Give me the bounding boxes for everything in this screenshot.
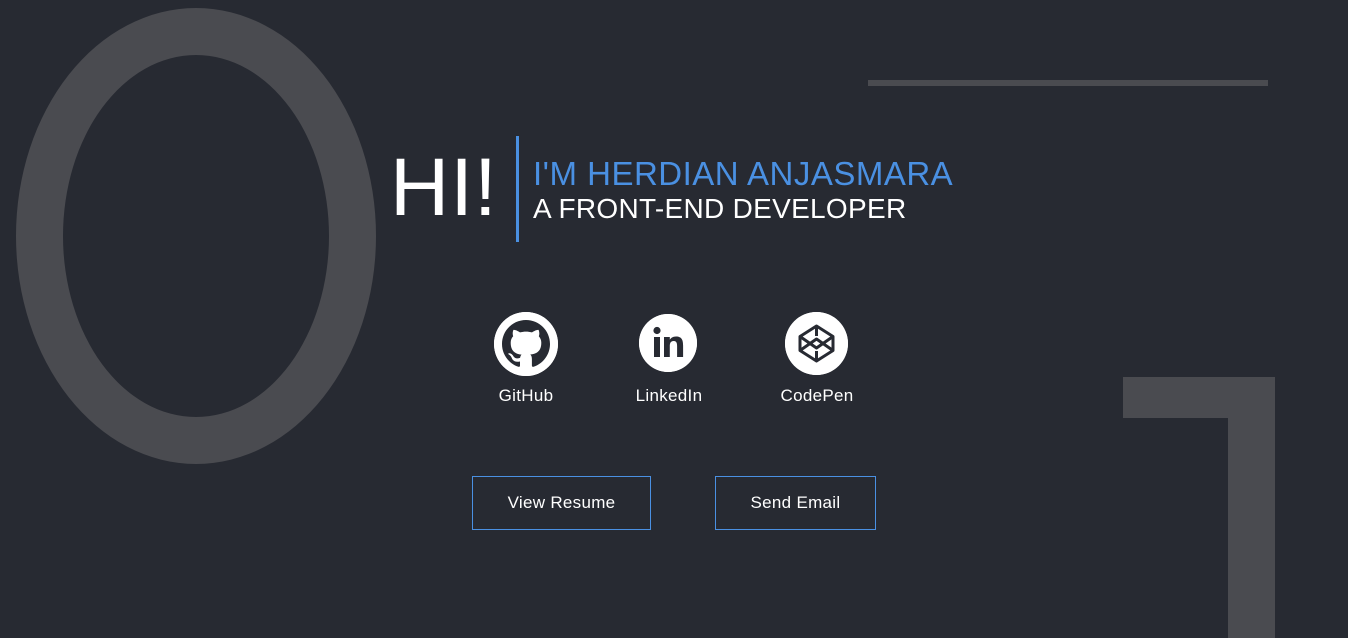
background-digit-zero xyxy=(16,8,376,464)
codepen-label: CodePen xyxy=(780,386,854,405)
github-label: GitHub xyxy=(498,386,554,405)
github-icon xyxy=(494,312,558,376)
hero-hi: HI! xyxy=(390,142,498,233)
hero-role: A FRONT-END DEVELOPER xyxy=(533,193,907,224)
hero-name: I'M HERDIAN ANJASMARA xyxy=(533,155,954,192)
codepen-icon xyxy=(785,312,848,375)
hero-divider xyxy=(516,136,519,242)
send-email-button[interactable]: Send Email xyxy=(715,476,876,530)
background-line xyxy=(868,80,1268,86)
linkedin-icon xyxy=(639,314,697,372)
background-digit-one-stem xyxy=(1228,377,1275,638)
view-resume-button[interactable]: View Resume xyxy=(472,476,651,530)
github-link[interactable]: GitHub xyxy=(476,312,576,412)
codepen-link[interactable]: CodePen xyxy=(767,312,867,412)
linkedin-label: LinkedIn xyxy=(635,386,703,405)
linkedin-link[interactable]: LinkedIn xyxy=(619,312,719,412)
